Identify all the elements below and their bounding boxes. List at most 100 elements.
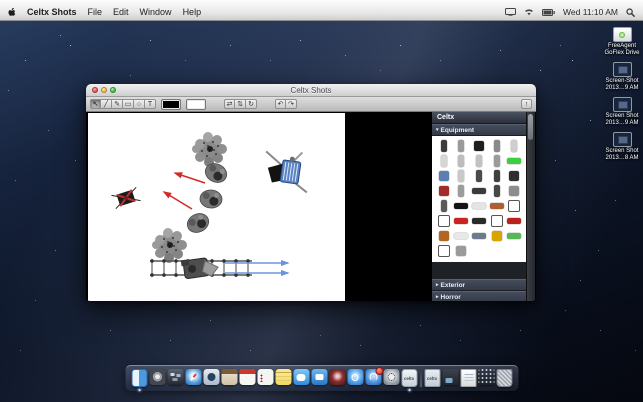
bush-top[interactable] (192, 132, 227, 167)
camera-crane[interactable] (261, 147, 312, 194)
stroke-color-well[interactable] (161, 98, 181, 110)
tool-button-line[interactable]: ╱ (101, 99, 112, 109)
dock-item-contacts[interactable] (221, 369, 237, 388)
arrange-button-flip-horizontal[interactable]: ⇄ (224, 99, 235, 109)
desktop-icon-screen-shot-1[interactable]: Screen Shot 2013…9 AM (603, 62, 641, 92)
equipment-item-white-van[interactable] (488, 214, 505, 228)
equipment-item-dotted-trail[interactable] (453, 169, 470, 183)
fill-color-well[interactable] (186, 98, 206, 110)
menu-clock[interactable]: Wed 11:10 AM (563, 7, 618, 17)
equipment-item-crate[interactable] (488, 199, 505, 213)
crashed-vehicle[interactable] (111, 186, 141, 210)
equipment-item-red-bar[interactable] (453, 214, 470, 228)
equipment-item-tank-small[interactable] (488, 169, 505, 183)
menu-item[interactable]: File (88, 7, 103, 17)
arrange-button-flip-vertical[interactable]: ⇅ (235, 99, 246, 109)
desktop-icon-screen-shot-2[interactable]: Screen Shot 2013…9 AM (603, 97, 641, 127)
equipment-item-truck-2[interactable] (488, 154, 505, 168)
equipment-item-green-bar[interactable] (506, 154, 523, 168)
menu-item[interactable]: Edit (113, 7, 129, 17)
equipment-item-torch[interactable] (488, 229, 505, 243)
dock-item-notes[interactable] (275, 369, 291, 388)
dock-item-applications-stack[interactable] (478, 369, 494, 388)
wifi-icon[interactable] (524, 8, 534, 16)
dock-item-celtx[interactable]: celtx (401, 369, 417, 391)
boulder-2[interactable] (198, 188, 224, 210)
equipment-item-truck[interactable] (488, 139, 505, 153)
equipment-item-pole[interactable] (453, 184, 470, 198)
apple-menu[interactable] (8, 7, 16, 17)
dock-item-documents-stack[interactable] (460, 369, 476, 388)
equipment-item-cross-figure[interactable] (453, 244, 470, 258)
equipment-item-blue-cap[interactable] (435, 169, 452, 183)
dock-item-app-store[interactable] (365, 367, 383, 388)
equipment-item-red-box[interactable] (506, 214, 523, 228)
dock-item-system-preferences[interactable] (383, 369, 399, 388)
dock-item-itunes[interactable] (347, 369, 363, 388)
menu-item[interactable]: Help (183, 7, 202, 17)
equipment-item-spider-rig[interactable] (506, 184, 523, 198)
equipment-item-black-patch[interactable] (453, 199, 470, 213)
dock-item-launchpad[interactable] (149, 369, 165, 388)
equipment-item-white-truck[interactable] (435, 214, 452, 228)
arrange-button-rotate[interactable]: ↻ (246, 99, 257, 109)
history-button-undo[interactable]: ↶ (275, 99, 286, 109)
dock-item-safari[interactable] (185, 369, 201, 388)
history-button-redo[interactable]: ↷ (286, 99, 297, 109)
tool-button-text[interactable]: T (145, 99, 156, 109)
bush-bottom[interactable] (152, 228, 187, 263)
section-horror[interactable]: ▸ Horror (432, 291, 527, 301)
tool-button-pencil[interactable]: ✎ (112, 99, 123, 109)
equipment-item-soldier[interactable] (471, 169, 488, 183)
red-arrow-1[interactable] (173, 172, 206, 184)
equipment-item-helmet[interactable] (435, 139, 452, 153)
dock-item-celtx-project[interactable]: celtx (424, 369, 440, 388)
equipment-item-tank-top[interactable] (471, 139, 488, 153)
desktop-icon-screen-shot-3[interactable]: Screen Shot 2013…8 AM (603, 132, 641, 162)
section-exterior[interactable]: ▸ Exterior (432, 279, 527, 291)
close-button[interactable] (92, 87, 98, 93)
tool-button-rectangle[interactable]: ▭ (123, 99, 134, 109)
spotlight-icon[interactable] (626, 7, 635, 17)
equipment-item-white-capsule[interactable] (471, 199, 488, 213)
dock-item-calendar[interactable] (239, 369, 255, 388)
dock-item-mail[interactable] (203, 369, 219, 388)
dock-item-trash[interactable] (496, 369, 512, 388)
camera-dolly[interactable] (180, 255, 219, 280)
tool-button-ellipse[interactable]: ○ (134, 99, 145, 109)
dock-item-separator[interactable] (419, 369, 422, 388)
scrollbar-thumb[interactable] (528, 114, 534, 140)
equipment-item-rope-curve-2[interactable] (471, 154, 488, 168)
display-icon[interactable] (505, 8, 517, 16)
dock-item-reminders[interactable] (257, 369, 273, 388)
minimize-button[interactable] (101, 87, 107, 93)
equipment-item-figure[interactable] (435, 199, 452, 213)
section-equipment[interactable]: ▾ Equipment (432, 124, 527, 136)
equipment-item-white-cart[interactable] (435, 244, 452, 258)
dock-item-messages[interactable] (293, 369, 309, 388)
equipment-item-rifle[interactable] (471, 184, 488, 198)
storyboard-canvas[interactable] (88, 113, 345, 301)
menu-item[interactable]: Window (140, 7, 172, 17)
equipment-item-gray-bar[interactable] (471, 229, 488, 243)
title-bar[interactable]: Celtx Shots (86, 84, 536, 97)
boulder-3[interactable] (183, 209, 213, 237)
equipment-item-brown-box[interactable] (435, 229, 452, 243)
tool-button-select[interactable]: ↖ (90, 99, 101, 109)
dock-item-mission-control[interactable] (167, 369, 183, 388)
equipment-item-rope-curve[interactable] (453, 154, 470, 168)
dock-item-folder-stack[interactable] (442, 369, 458, 388)
battery-icon[interactable] (542, 8, 555, 16)
equipment-item-white-arrow[interactable] (453, 229, 470, 243)
dock-item-facetime[interactable] (311, 369, 327, 388)
zoom-button[interactable] (110, 87, 116, 93)
equipment-item-ladder[interactable] (506, 139, 523, 153)
menu-app-name[interactable]: Celtx Shots (27, 7, 77, 17)
equipment-item-rope-hook[interactable] (453, 139, 470, 153)
equipment-item-marker-box[interactable] (506, 199, 523, 213)
dock-item-finder[interactable] (131, 369, 147, 391)
equipment-item-green-capsule[interactable] (506, 229, 523, 243)
equipment-item-soldier-2[interactable] (488, 184, 505, 198)
equipment-item-dark-capsule[interactable] (471, 214, 488, 228)
equipment-item-red-helmet[interactable] (435, 184, 452, 198)
